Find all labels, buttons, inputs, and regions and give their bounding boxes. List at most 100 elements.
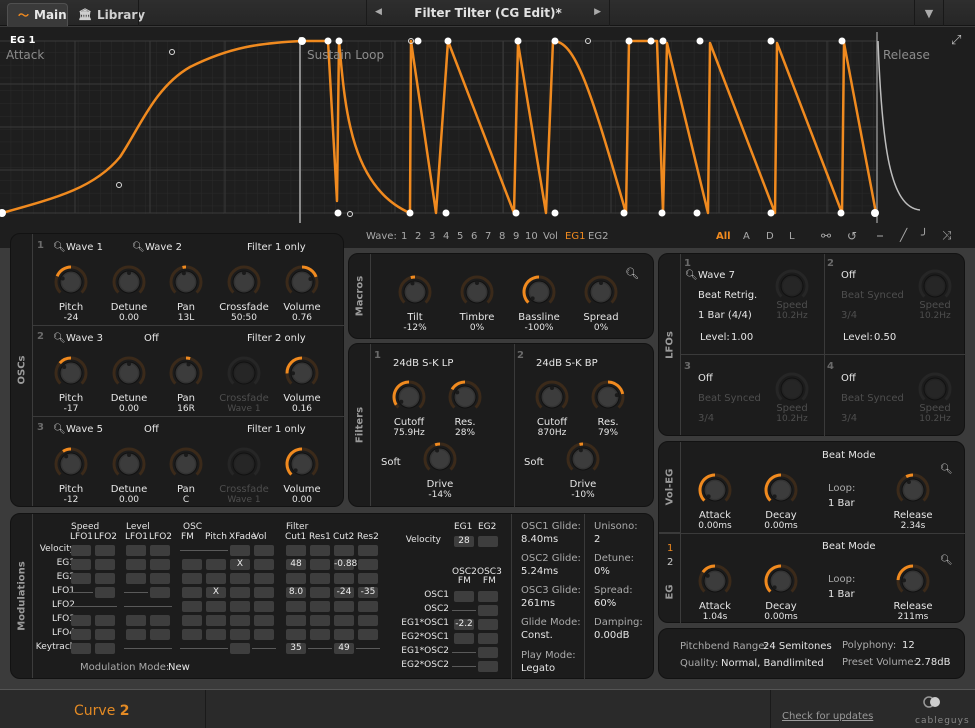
node[interactable] [696, 37, 704, 45]
mod-amount-cell[interactable] [358, 601, 378, 612]
mod-amount-cell[interactable]: 8.0 [286, 587, 306, 598]
mod-amount-cell[interactable] [254, 615, 274, 626]
node[interactable] [837, 209, 845, 217]
lfo-wave-selector[interactable]: Off [841, 270, 856, 281]
lfo-sync-mode[interactable]: Beat Synced [698, 393, 761, 404]
osc3-volume-knob[interactable] [284, 446, 320, 482]
lfo-wave-selector[interactable]: Off [841, 373, 856, 384]
osc-wave-b-selector[interactable]: Off [144, 333, 159, 344]
mod-amount-cell[interactable] [334, 629, 354, 640]
search-icon[interactable]: 🔍︎ [625, 267, 639, 280]
mod-amount-cell[interactable] [358, 615, 378, 626]
mod-amount-cell[interactable] [230, 601, 250, 612]
node[interactable] [512, 209, 520, 217]
eg-decay-knob[interactable] [763, 563, 799, 599]
mod-amount-cell[interactable] [334, 573, 354, 584]
filter2-resonance-knob[interactable] [590, 379, 626, 415]
osc2-detune-knob[interactable] [111, 355, 147, 391]
voleg-decay-knob[interactable] [763, 472, 799, 508]
mod-amount-cell[interactable] [478, 591, 498, 602]
node[interactable] [414, 37, 422, 45]
mod-amount-cell[interactable] [310, 559, 330, 570]
release-curve[interactable] [877, 40, 921, 211]
mod-amount-cell[interactable] [71, 545, 91, 556]
polyphony-value[interactable]: 12 [902, 640, 915, 651]
osc-wave-a-selector[interactable]: Wave 1 [66, 242, 103, 253]
mod-amount-cell[interactable] [310, 601, 330, 612]
lfo-rate[interactable]: 3/4 [698, 413, 714, 424]
mod-amount-cell[interactable] [206, 615, 226, 626]
mod-amount-cell[interactable] [150, 573, 170, 584]
mod-amount-cell[interactable] [206, 601, 226, 612]
osc2-pan-knob[interactable] [168, 355, 204, 391]
mod-amount-cell[interactable] [286, 629, 306, 640]
mod-amount-cell[interactable] [230, 587, 250, 598]
search-icon[interactable]: 🔍︎ [53, 242, 66, 253]
macro-bassline-knob[interactable] [521, 274, 557, 310]
segment-loop[interactable]: L [789, 231, 795, 242]
node[interactable] [298, 37, 306, 45]
node[interactable] [551, 209, 559, 217]
mod-amount-cell[interactable] [126, 629, 146, 640]
mod-amount-cell[interactable] [150, 545, 170, 556]
lfo-speed-knob[interactable] [917, 371, 953, 407]
osc1-pan-knob[interactable] [168, 264, 204, 300]
wave-target-3[interactable]: 3 [429, 231, 435, 242]
mod-amount-cell[interactable] [310, 587, 330, 598]
search-icon[interactable]: 🔍︎ [53, 424, 66, 435]
mod-amount-cell[interactable] [286, 601, 306, 612]
osc2-pitch-knob[interactable] [53, 355, 89, 391]
wave-target-eg2[interactable]: EG2 [588, 231, 608, 242]
mod-amount-cell[interactable] [95, 615, 115, 626]
osc1-volume-knob[interactable] [284, 264, 320, 300]
mod-amount-cell[interactable] [150, 587, 170, 598]
filter2-drive-knob[interactable] [565, 441, 601, 477]
osc1-pitch-knob[interactable] [53, 264, 89, 300]
osc1-crossfade-knob[interactable] [226, 264, 262, 300]
lfo-wave-selector[interactable]: Off [698, 373, 713, 384]
osc3-detune-knob[interactable] [111, 446, 147, 482]
node[interactable] [693, 209, 701, 217]
eg-select-2[interactable]: 2 [667, 557, 673, 568]
mod-amount-cell[interactable] [358, 629, 378, 640]
mod-amount-cell[interactable]: 48 [286, 559, 306, 570]
curve-shape-icon[interactable]: ╯ [921, 228, 928, 242]
node[interactable] [324, 37, 332, 45]
lfo-level-value[interactable]: 0.50 [874, 332, 896, 343]
wave-target-vol[interactable]: Vol [543, 231, 558, 242]
mod-amount-cell[interactable] [478, 647, 498, 658]
search-icon[interactable]: 🔍︎ [53, 333, 66, 344]
node[interactable] [444, 37, 452, 45]
mod-amount-cell[interactable] [254, 559, 274, 570]
envelope-editor[interactable]: EG 1 Attack Sustain Loop Release ⤢ [0, 27, 975, 226]
lfo-speed-knob[interactable] [774, 268, 810, 304]
mod-amount-cell[interactable] [254, 545, 274, 556]
tab-main[interactable]: 〜 Main [7, 3, 68, 26]
lfo-wave-selector[interactable]: Wave 7 [698, 270, 735, 281]
mod-amount-cell[interactable] [71, 615, 91, 626]
prev-preset-icon[interactable]: ◀ [375, 7, 382, 17]
mod-amount-cell[interactable]: -2.2 [454, 619, 474, 630]
mod-amount-cell[interactable] [358, 559, 378, 570]
node[interactable] [658, 209, 666, 217]
mod-amount-cell[interactable]: X [206, 587, 226, 598]
node[interactable] [625, 37, 633, 45]
mod-amount-cell[interactable] [230, 545, 250, 556]
eg-release-knob[interactable] [895, 563, 931, 599]
osc-wave-a-selector[interactable]: Wave 5 [66, 424, 103, 435]
mod-amount-cell[interactable]: 35 [286, 643, 306, 654]
node[interactable] [659, 37, 667, 45]
mod-amount-cell[interactable]: -24 [334, 587, 354, 598]
voleg-attack-knob[interactable] [697, 472, 733, 508]
node[interactable] [767, 37, 775, 45]
node[interactable] [442, 209, 450, 217]
ramp-shape-icon[interactable]: ╱ [900, 228, 907, 242]
macro-tilt-knob[interactable] [397, 274, 433, 310]
macro-timbre-knob[interactable] [459, 274, 495, 310]
mod-amount-cell[interactable] [182, 587, 202, 598]
mod-amount-cell[interactable] [95, 643, 115, 654]
mod-amount-cell[interactable] [310, 573, 330, 584]
macro-spread-knob[interactable] [583, 274, 619, 310]
filter-type-selector[interactable]: 24dB S-K BP [536, 358, 598, 369]
search-icon[interactable]: 🔍︎ [685, 270, 698, 281]
